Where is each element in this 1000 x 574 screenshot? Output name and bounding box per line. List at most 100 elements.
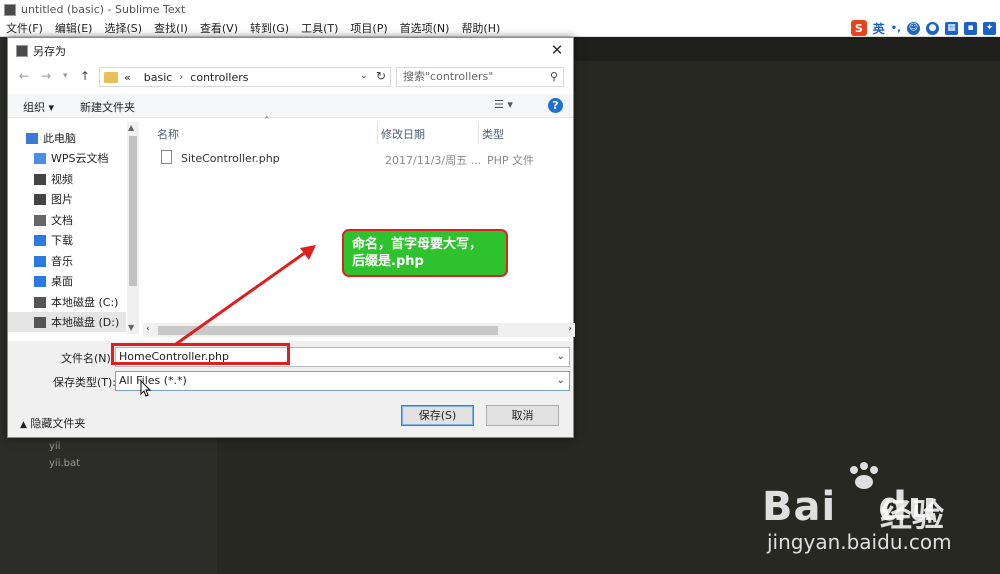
sidebar-file[interactable]: yii	[49, 441, 60, 452]
dialog-app-icon	[16, 44, 28, 57]
file-row[interactable]: SiteController.php 2017/11/3/周五 ... PHP …	[155, 148, 565, 168]
address-row: ← → ▾ ↑ « basic › controllers ⌄ ↻ 搜索"con…	[8, 65, 573, 90]
nav-item[interactable]: 本地磁盘 (D:)	[8, 312, 126, 332]
recent-chevron-icon[interactable]: ▾	[63, 71, 68, 81]
filetype-dropdown-icon[interactable]: ⌄	[557, 372, 565, 390]
baidu-jingyan-watermark: Bai du 经验 jingyan.baidu.com	[762, 462, 982, 562]
microphone-icon[interactable]: ●	[926, 21, 939, 35]
menu-preferences[interactable]: 首选项(N)	[394, 20, 456, 36]
emoji-icon[interactable]: ☺	[907, 21, 920, 35]
nav-scroll-thumb[interactable]	[129, 136, 137, 286]
file-type: PHP 文件	[487, 154, 535, 167]
path-prefix[interactable]: «	[124, 71, 131, 84]
nav-scrollbar[interactable]: ▲ ▼	[127, 122, 139, 334]
ime-lang-toggle[interactable]: 英	[873, 20, 885, 37]
scroll-left-icon[interactable]: ‹	[146, 324, 150, 334]
desktop-icon	[34, 275, 46, 287]
skin-icon[interactable]: ✦	[983, 21, 996, 35]
dialog-toolbar: 组织 ▾ 新建文件夹 ☰ ▾ ?	[8, 94, 573, 118]
cloud-icon	[34, 152, 46, 164]
nav-item[interactable]: 音乐	[8, 251, 126, 271]
forward-arrow-icon[interactable]: →	[41, 69, 51, 83]
hide-folders-toggle[interactable]: ▲ 隐藏文件夹	[20, 415, 85, 431]
chevron-up-icon: ▲	[20, 420, 27, 430]
view-options-icon[interactable]: ☰ ▾	[494, 98, 513, 111]
nav-item[interactable]: 视频	[8, 169, 126, 189]
nav-item[interactable]: WPS云文档	[8, 148, 126, 168]
dialog-titlebar: 另存为	[8, 38, 573, 63]
menu-goto[interactable]: 转到(G)	[244, 20, 295, 36]
save-button[interactable]: 保存(S)	[401, 405, 474, 426]
menu-find[interactable]: 查找(I)	[148, 20, 194, 36]
menu-project[interactable]: 项目(P)	[344, 20, 393, 36]
nav-item-label: 本地磁盘 (D:)	[51, 316, 120, 329]
scroll-up-icon[interactable]: ▲	[128, 123, 134, 132]
path-separator-icon[interactable]: ›	[179, 72, 183, 83]
path-segment-controllers[interactable]: controllers	[190, 71, 248, 84]
sogou-logo-icon[interactable]: S	[850, 20, 867, 36]
ime-toolbar: S 英 •, ☺ ● ▦ ▪ ✦	[850, 19, 996, 37]
column-divider[interactable]	[478, 122, 479, 144]
path-segment-basic[interactable]: basic	[144, 71, 173, 84]
menu-selection[interactable]: 选择(S)	[98, 20, 148, 36]
callout-line1: 命名，首字母要大写，	[352, 237, 483, 252]
nav-item[interactable]: 此电脑	[8, 128, 126, 148]
menu-file[interactable]: 文件(F)	[0, 20, 49, 36]
file-list: ⌃ 名称 修改日期 类型 SiteController.php 2017/11/…	[141, 116, 575, 336]
help-icon[interactable]: ?	[548, 98, 563, 113]
watermark-url: jingyan.baidu.com	[767, 530, 952, 554]
nav-item-label: 图片	[51, 193, 73, 206]
filetype-select[interactable]: All Files (*.*) ⌄	[115, 371, 570, 391]
nav-item-label: 此电脑	[43, 132, 76, 145]
back-arrow-icon[interactable]: ←	[19, 69, 29, 83]
search-placeholder: 搜索"controllers"	[403, 70, 494, 83]
filetype-label: 保存类型(T):	[53, 376, 117, 389]
scroll-down-icon[interactable]: ▼	[128, 323, 134, 332]
menu-help[interactable]: 帮助(H)	[455, 20, 506, 36]
sidebar-file[interactable]: yii.bat	[49, 458, 80, 469]
scroll-right-icon[interactable]: ›	[568, 324, 572, 334]
menu-edit[interactable]: 编辑(E)	[49, 20, 99, 36]
column-header-type[interactable]: 类型	[482, 126, 504, 142]
nav-item-label: 下载	[51, 234, 73, 247]
refresh-icon[interactable]: ↻	[376, 69, 386, 83]
nav-item[interactable]: 文档	[8, 210, 126, 230]
organize-button[interactable]: 组织 ▾	[23, 99, 54, 115]
mouse-cursor-icon	[140, 380, 152, 397]
filename-highlight-box	[111, 343, 290, 365]
address-dropdown-icon[interactable]: ⌄	[360, 70, 368, 81]
keyboard-icon[interactable]: ▦	[945, 21, 958, 35]
address-bar[interactable]: « basic › controllers ⌄ ↻	[99, 67, 391, 87]
column-divider[interactable]	[377, 122, 378, 144]
nav-item[interactable]: 桌面	[8, 271, 126, 291]
nav-item-label: 桌面	[51, 275, 73, 288]
menu-view[interactable]: 查看(V)	[194, 20, 244, 36]
filename-dropdown-icon[interactable]: ⌄	[557, 348, 565, 366]
nav-item[interactable]: 下载	[8, 230, 126, 250]
document-icon	[34, 214, 46, 226]
close-icon[interactable]: ✕	[548, 41, 566, 59]
hscroll-thumb[interactable]	[158, 326, 498, 335]
tools-icon[interactable]: ▪	[964, 21, 977, 35]
dialog-title: 另存为	[33, 44, 66, 58]
new-folder-button[interactable]: 新建文件夹	[80, 99, 135, 115]
search-box[interactable]: 搜索"controllers" ⚲	[396, 67, 564, 87]
filename-label: 文件名(N):	[61, 352, 115, 365]
nav-item[interactable]: 图片	[8, 189, 126, 209]
file-list-hscrollbar[interactable]: ‹ ›	[143, 323, 575, 337]
column-header-name[interactable]: 名称	[157, 126, 179, 142]
nav-item-label: WPS云文档	[51, 152, 109, 165]
file-name: SiteController.php	[181, 152, 280, 165]
window-titlebar: untitled (basic) - Sublime Text	[0, 0, 1000, 19]
window-title: untitled (basic) - Sublime Text	[21, 3, 186, 16]
column-header-modified[interactable]: 修改日期	[381, 126, 425, 142]
menu-tools[interactable]: 工具(T)	[295, 20, 344, 36]
nav-item[interactable]: 本地磁盘 (C:)	[8, 292, 126, 312]
search-icon[interactable]: ⚲	[550, 68, 558, 86]
drive-icon	[34, 296, 46, 308]
up-arrow-icon[interactable]: ↑	[80, 69, 90, 83]
ime-punct-toggle[interactable]: •,	[891, 23, 901, 34]
annotation-callout: 命名，首字母要大写， 后缀是.php	[342, 229, 508, 277]
cancel-button[interactable]: 取消	[486, 405, 559, 426]
file-modified: 2017/11/3/周五 ...	[385, 154, 482, 167]
